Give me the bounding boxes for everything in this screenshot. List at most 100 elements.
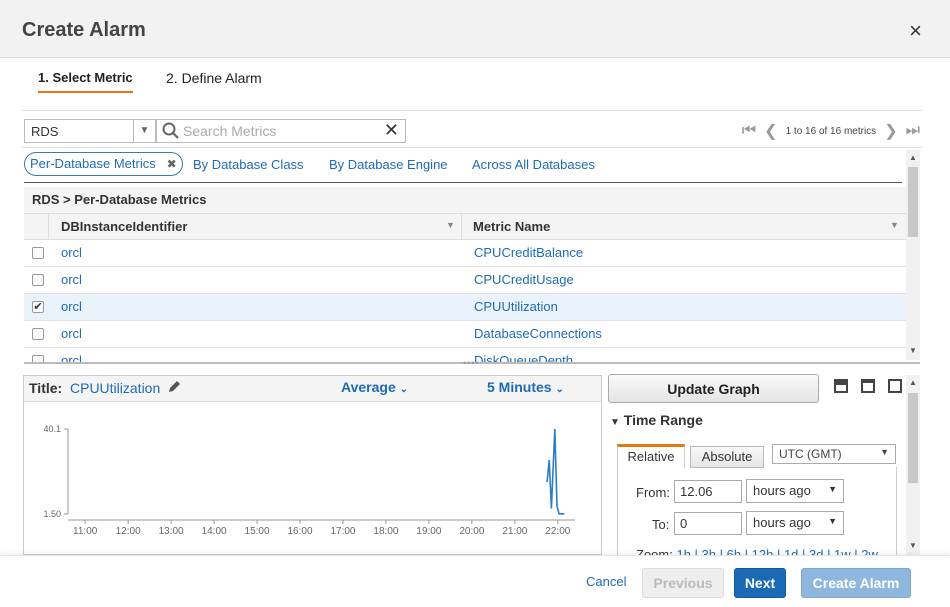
filter-tab-by-engine[interactable]: By Database Engine <box>329 157 448 172</box>
graph-title-label: Title: <box>29 380 63 396</box>
instance-link[interactable]: orcl <box>61 272 82 287</box>
filter-tab-by-class[interactable]: By Database Class <box>193 157 304 172</box>
view-large-icon[interactable] <box>888 379 902 393</box>
cancel-button[interactable]: Cancel <box>586 574 626 589</box>
chevron-down-icon: ⌄ <box>555 384 564 395</box>
chevron-down-icon: ▼ <box>828 484 837 494</box>
scroll-up-icon[interactable]: ▲ <box>909 153 917 162</box>
from-label: From: <box>636 485 670 500</box>
pencil-icon[interactable] <box>166 379 182 395</box>
filter-tab-across-all[interactable]: Across All Databases <box>472 157 595 172</box>
step-define-alarm[interactable]: 2. Define Alarm <box>166 70 262 86</box>
view-medium-icon[interactable] <box>861 379 875 393</box>
divider <box>24 182 902 183</box>
table-row[interactable]: orcl DatabaseConnections <box>24 321 906 348</box>
instance-link[interactable]: orcl <box>61 245 82 260</box>
divider <box>22 147 922 148</box>
row-checkbox[interactable] <box>32 355 44 362</box>
to-unit-value: hours ago <box>753 515 811 530</box>
chevron-down-icon: ▼ <box>880 447 889 457</box>
instance-link[interactable]: orcl <box>61 299 82 314</box>
next-button[interactable]: Next <box>734 568 786 598</box>
column-header-metric[interactable]: Metric Name <box>473 219 550 234</box>
statistic-dropdown[interactable]: Average ⌄ <box>341 379 408 395</box>
from-unit-value: hours ago <box>753 483 811 498</box>
metric-link[interactable]: CPUCreditUsage <box>474 272 574 287</box>
table-scrollbar[interactable]: ▲ ▼ <box>906 150 920 360</box>
table-row[interactable]: orcl CPUCreditUsage <box>24 267 906 294</box>
x-tick-label: 12:00 <box>116 526 141 537</box>
scroll-up-icon[interactable]: ▲ <box>909 378 917 387</box>
caret-down-icon: ▼ <box>610 417 620 428</box>
search-input[interactable]: Search Metrics ✕ <box>156 119 406 143</box>
row-checkbox[interactable] <box>32 274 44 286</box>
x-tick-label: 18:00 <box>373 526 398 537</box>
step-select-metric[interactable]: 1. Select Metric <box>38 70 133 93</box>
time-range-title: Time Range <box>623 412 703 428</box>
graph-toolbar: Title: CPUUtilization Average ⌄ 5 Minute… <box>24 376 601 402</box>
scroll-down-icon[interactable]: ▼ <box>909 346 917 355</box>
column-header-instance[interactable]: DBInstanceIdentifier <box>61 219 187 234</box>
graph-panel: Title: CPUUtilization Average ⌄ 5 Minute… <box>23 375 602 555</box>
time-range-heading[interactable]: ▼ Time Range <box>610 412 703 428</box>
search-icon <box>162 122 179 139</box>
table-row[interactable]: orcl CPUCreditBalance <box>24 240 906 267</box>
table-row[interactable]: ✔ orcl CPUUtilization <box>24 294 906 321</box>
namespace-value: RDS <box>31 124 59 139</box>
row-checkbox[interactable] <box>32 328 44 340</box>
chevron-down-icon[interactable]: ▼ <box>133 120 155 142</box>
view-small-icon[interactable] <box>834 379 848 393</box>
scrollbar-thumb[interactable] <box>908 393 918 483</box>
update-graph-button[interactable]: Update Graph <box>608 374 819 403</box>
x-tick-label: 17:00 <box>330 526 355 537</box>
first-page-icon[interactable]: ⏮ <box>742 122 756 140</box>
splitter-grip-icon[interactable]: •••• <box>463 358 480 368</box>
to-unit-select[interactable]: hours ago ▼ <box>746 511 844 535</box>
metric-link[interactable]: DatabaseConnections <box>474 326 602 341</box>
series-line <box>546 428 565 515</box>
instance-link[interactable]: orcl <box>61 326 82 341</box>
filter-tab-label: Per-Database Metrics <box>30 156 156 171</box>
chevron-down-icon: ▼ <box>828 516 837 526</box>
create-alarm-button[interactable]: Create Alarm <box>801 568 911 598</box>
previous-page-icon[interactable]: ❮ <box>764 121 777 141</box>
scrollbar-thumb[interactable] <box>908 167 918 237</box>
clear-search-icon[interactable]: ✕ <box>384 120 399 141</box>
tab-absolute[interactable]: Absolute <box>690 446 764 468</box>
namespace-select[interactable]: RDS ▼ <box>24 119 156 143</box>
timezone-select[interactable]: UTC (GMT) ▼ <box>772 444 896 464</box>
x-tick-label: 13:00 <box>159 526 184 537</box>
instance-link[interactable]: orcl <box>61 353 82 362</box>
scroll-down-icon[interactable]: ▼ <box>909 541 917 550</box>
close-icon[interactable]: × <box>909 18 922 44</box>
metric-link[interactable]: DiskQueueDepth <box>474 353 573 362</box>
from-unit-select[interactable]: hours ago ▼ <box>746 479 844 503</box>
last-page-icon[interactable]: ⏭ <box>906 122 920 140</box>
right-panel-scrollbar[interactable]: ▲ ▼ <box>906 375 920 555</box>
filter-tab-per-database[interactable]: Per-Database Metrics ✖ <box>24 152 183 176</box>
pager-text: 1 to 16 of 16 metrics <box>785 125 877 137</box>
remove-filter-icon[interactable]: ✖ <box>167 153 177 175</box>
column-separator[interactable] <box>461 214 462 240</box>
metric-link[interactable]: CPUCreditBalance <box>474 245 583 260</box>
statistic-value: Average <box>341 379 396 395</box>
row-checkbox-checked[interactable]: ✔ <box>32 301 44 313</box>
x-tick-label: 19:00 <box>416 526 441 537</box>
from-field[interactable]: 12.06 <box>674 480 742 503</box>
metric-link[interactable]: CPUUtilization <box>474 299 558 314</box>
graph-title-value[interactable]: CPUUtilization <box>70 380 160 396</box>
sort-icon[interactable]: ▼ <box>890 220 899 230</box>
to-field[interactable]: 0 <box>674 512 742 535</box>
x-tick-label: 21:00 <box>502 526 527 537</box>
dialog-title: Create Alarm <box>22 19 146 41</box>
to-label: To: <box>652 517 670 532</box>
sort-icon[interactable]: ▼ <box>446 220 455 230</box>
x-tick-label: 14:00 <box>202 526 227 537</box>
x-tick-label: 11:00 <box>73 526 98 537</box>
tab-relative[interactable]: Relative <box>617 444 685 468</box>
period-dropdown[interactable]: 5 Minutes ⌄ <box>487 379 564 395</box>
previous-button[interactable]: Previous <box>642 568 724 598</box>
divider <box>22 110 922 111</box>
next-page-icon[interactable]: ❯ <box>884 121 897 141</box>
row-checkbox[interactable] <box>32 247 44 259</box>
